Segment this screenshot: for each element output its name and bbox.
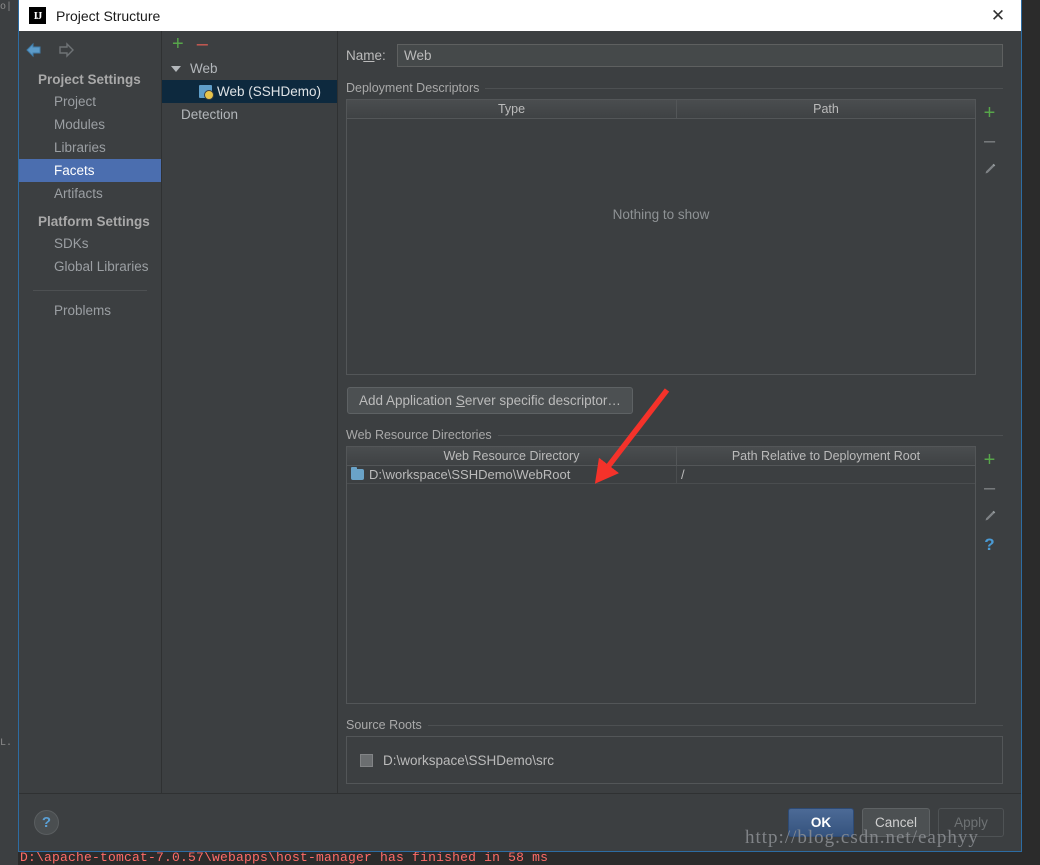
intellij-idea-icon: IJ [29, 7, 46, 24]
ok-button[interactable]: OK [787, 808, 854, 837]
ide-strip-fragment-1: L. [0, 738, 13, 749]
section-rule [497, 434, 1003, 436]
source-root-checkbox[interactable] [360, 753, 373, 767]
web-facet-icon [199, 85, 214, 100]
facets-tree-panel: + – Web Web (SSHDemo) Detection [162, 31, 338, 793]
deployment-descriptors-table: Type Path Nothing to show [346, 99, 976, 375]
folder-icon [351, 467, 364, 480]
cell-web-resource-directory: D:\workspace\SSHDemo\WebRoot [347, 466, 677, 483]
cell-relative-path: / [681, 467, 685, 482]
section-label-text: Web Resource Directories [346, 428, 492, 442]
section-rule [485, 87, 1003, 89]
apply-button: Apply [938, 808, 1004, 837]
sidebar-item-facets[interactable]: Facets [19, 159, 161, 182]
web-resource-directories-section-label: Web Resource Directories [346, 428, 1003, 442]
sidebar-item-sdks[interactable]: SDKs [19, 232, 161, 255]
sidebar-divider [33, 290, 147, 291]
column-header-path[interactable]: Path [677, 100, 975, 118]
tree-node-detection[interactable]: Detection [162, 103, 337, 126]
add-icon[interactable]: + [979, 102, 1001, 124]
section-label-text: Source Roots [346, 718, 422, 732]
table-body[interactable]: D:\workspace\SSHDemo\WebRoot / [347, 466, 975, 703]
edit-icon[interactable] [979, 158, 1001, 180]
sidebar-item-artifacts[interactable]: Artifacts [19, 182, 161, 205]
settings-sidebar: Project Settings Project Modules Librari… [19, 31, 162, 793]
web-resource-directories-toolbar: + – ? [976, 446, 1003, 704]
column-header-web-resource-directory[interactable]: Web Resource Directory [347, 447, 677, 465]
navigation-arrows [19, 37, 161, 63]
dialog-action-buttons: OK Cancel Apply [787, 808, 1004, 837]
column-header-path-relative[interactable]: Path Relative to Deployment Root [677, 447, 975, 465]
facet-name-input[interactable] [397, 44, 1003, 67]
deployment-descriptors-section-label: Deployment Descriptors [346, 81, 1003, 95]
arrow-right-icon[interactable] [57, 42, 75, 58]
edit-icon[interactable] [979, 505, 1001, 527]
cell-text: D:\workspace\SSHDemo\WebRoot [369, 467, 571, 482]
project-structure-dialog: IJ Project Structure ✕ Project Settings … [18, 0, 1022, 852]
sidebar-item-global-libraries[interactable]: Global Libraries [19, 255, 161, 278]
source-root-label: D:\workspace\SSHDemo\src [383, 752, 555, 768]
remove-icon[interactable]: – [979, 130, 1001, 152]
web-resource-directories-table-wrap: Web Resource Directory Path Relative to … [346, 446, 1003, 704]
sidebar-group-platform-settings: Platform Settings [38, 214, 150, 229]
column-header-type[interactable]: Type [347, 100, 677, 118]
ide-left-strip: o| L. [0, 0, 18, 865]
source-roots-section-label: Source Roots [346, 718, 1003, 732]
help-button[interactable]: ? [34, 810, 59, 835]
tree-node-label: Web (SSHDemo) [217, 84, 322, 99]
add-icon[interactable]: + [172, 34, 184, 54]
sidebar-item-project[interactable]: Project [19, 90, 161, 113]
cancel-button[interactable]: Cancel [861, 808, 930, 837]
remove-icon[interactable]: – [979, 477, 1001, 499]
table-body[interactable]: Nothing to show [347, 119, 975, 374]
remove-icon[interactable]: – [197, 34, 208, 54]
source-roots-list: D:\workspace\SSHDemo\src [346, 736, 1003, 784]
web-resource-directories-table: Web Resource Directory Path Relative to … [346, 446, 976, 704]
sidebar-item-libraries[interactable]: Libraries [19, 136, 161, 159]
facets-tree-toolbar: + – [162, 31, 337, 57]
section-rule [427, 724, 1003, 726]
empty-state-message: Nothing to show [612, 207, 710, 222]
facet-name-row: Name: [346, 44, 1003, 67]
dialog-footer: ? OK Cancel Apply [19, 793, 1021, 851]
sidebar-item-problems[interactable]: Problems [19, 299, 161, 322]
chevron-down-icon [171, 65, 181, 72]
tree-node-web-sshdemo[interactable]: Web (SSHDemo) [162, 80, 337, 103]
dialog-titlebar: IJ Project Structure ✕ [19, 0, 1021, 31]
deployment-descriptors-table-wrap: Type Path Nothing to show + – [346, 99, 1003, 375]
add-application-server-descriptor-button[interactable]: Add Application Server specific descript… [347, 387, 633, 414]
add-icon[interactable]: + [979, 449, 1001, 471]
arrow-left-icon[interactable] [25, 42, 43, 58]
dialog-title: Project Structure [56, 7, 161, 24]
close-icon[interactable]: ✕ [987, 6, 1009, 26]
table-header: Web Resource Directory Path Relative to … [347, 447, 975, 466]
facet-name-label: Name: [346, 48, 386, 63]
section-label-text: Deployment Descriptors [346, 81, 480, 95]
sidebar-item-modules[interactable]: Modules [19, 113, 161, 136]
deployment-descriptors-toolbar: + – [976, 99, 1003, 375]
table-row[interactable]: D:\workspace\SSHDemo\WebRoot / [347, 466, 975, 484]
tree-node-label: Web [190, 61, 218, 76]
tree-node-web-group[interactable]: Web [162, 57, 337, 80]
help-icon[interactable]: ? [979, 533, 1001, 555]
table-header: Type Path [347, 100, 975, 119]
ide-strip-fragment-0: o| [0, 2, 13, 13]
dialog-body: Project Settings Project Modules Librari… [19, 31, 1021, 793]
ide-console-line: D:\apache-tomcat-7.0.57\webapps\host-man… [20, 850, 549, 865]
facet-detail-panel: Name: Deployment Descriptors Type Path N… [338, 31, 1021, 793]
tree-node-label: Detection [181, 107, 239, 122]
sidebar-group-project-settings: Project Settings [38, 72, 141, 87]
